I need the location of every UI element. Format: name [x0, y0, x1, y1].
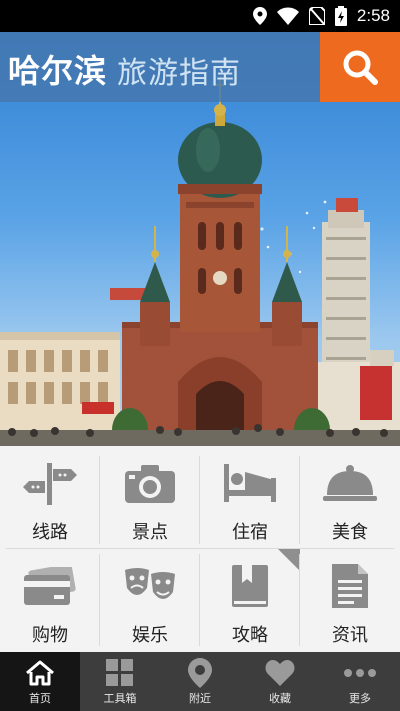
- nav-label: 收藏: [269, 692, 291, 705]
- title-bar: 哈尔滨 旅游指南: [0, 32, 320, 102]
- menu-label: 线路: [32, 522, 68, 543]
- home-icon: [26, 660, 54, 686]
- camera-icon: [125, 465, 175, 503]
- credit-card-icon: [24, 567, 76, 605]
- menu-label: 购物: [32, 625, 68, 646]
- nav-toolbox[interactable]: 工具箱: [80, 652, 160, 711]
- signpost-icon: [23, 463, 77, 505]
- status-time: 2:58: [356, 6, 390, 25]
- app-title-main: 哈尔滨: [8, 52, 108, 90]
- menu-label: 住宿: [232, 522, 268, 543]
- menu-item-guides[interactable]: 攻略: [200, 549, 300, 652]
- theater-masks-icon: [125, 568, 175, 599]
- app-title-sub: 旅游指南: [117, 56, 241, 91]
- menu-item-entertainment[interactable]: 娱乐: [100, 549, 200, 652]
- bed-icon: [224, 464, 276, 502]
- grid-divider: [6, 548, 394, 549]
- location-status-icon: [252, 7, 267, 25]
- battery-charging-icon: [334, 6, 347, 26]
- menu-item-lodging[interactable]: 住宿: [200, 446, 300, 549]
- nav-home[interactable]: 首页: [0, 652, 80, 711]
- no-sim-icon: [308, 7, 325, 25]
- menu-item-food[interactable]: 美食: [300, 446, 400, 549]
- nav-more[interactable]: 更多: [320, 652, 400, 711]
- menu-label: 景点: [132, 522, 168, 543]
- menu-label: 美食: [332, 522, 368, 543]
- menu-label: 攻略: [232, 625, 268, 646]
- status-icons: 2:58: [252, 0, 390, 32]
- status-bar: 2:58: [0, 0, 400, 32]
- grid-divider: [299, 456, 300, 544]
- menu-label: 娱乐: [132, 625, 168, 646]
- document-icon: [332, 564, 368, 608]
- cloche-icon: [323, 465, 377, 501]
- nav-favorites[interactable]: 收藏: [240, 652, 320, 711]
- more-dots-icon: [344, 669, 376, 677]
- nav-label: 首页: [29, 692, 51, 705]
- grid-divider: [299, 554, 300, 646]
- grid-divider: [99, 554, 100, 646]
- grid-divider: [99, 456, 100, 544]
- heart-icon: [265, 660, 295, 686]
- hero-banner[interactable]: 哈尔滨 旅游指南: [0, 32, 400, 446]
- search-icon: [343, 50, 378, 85]
- grid-icon: [106, 659, 133, 686]
- menu-item-shopping[interactable]: 购物: [0, 549, 100, 652]
- nav-label: 附近: [189, 692, 211, 705]
- location-pin-icon: [188, 658, 212, 688]
- menu-item-news[interactable]: 资讯: [300, 549, 400, 652]
- bookmark-book-icon: [232, 565, 268, 607]
- category-grid: 线路 景点 住宿 美食 购物 娱乐 攻略 资讯: [0, 446, 400, 652]
- menu-item-routes[interactable]: 线路: [0, 446, 100, 549]
- grid-divider: [199, 554, 200, 646]
- menu-label: 资讯: [332, 625, 368, 646]
- menu-item-attractions[interactable]: 景点: [100, 446, 200, 549]
- wifi-icon: [276, 7, 299, 25]
- nav-label: 更多: [349, 692, 371, 705]
- bottom-nav: 首页 工具箱 附近 收藏 更多: [0, 652, 400, 711]
- nav-nearby[interactable]: 附近: [160, 652, 240, 711]
- grid-divider: [199, 456, 200, 544]
- nav-label: 工具箱: [103, 692, 137, 705]
- search-button[interactable]: [320, 32, 400, 102]
